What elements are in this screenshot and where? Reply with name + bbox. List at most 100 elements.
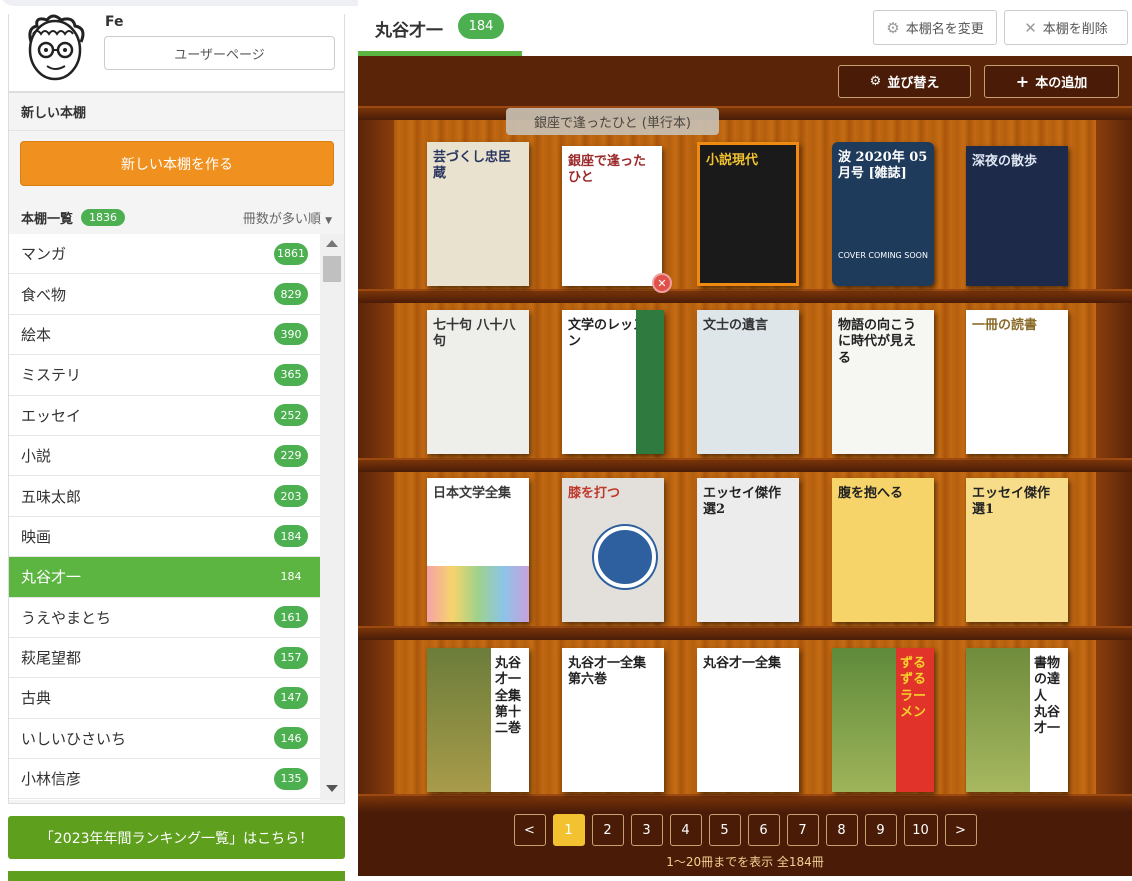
- page-button[interactable]: 9: [864, 814, 897, 846]
- ranking-link-button[interactable]: 「2023年年間ランキング一覧」はこちら！: [8, 816, 345, 859]
- book-cover[interactable]: 一冊の読書: [966, 310, 1068, 454]
- shelf-item[interactable]: マンガ 1861: [9, 234, 320, 275]
- page-title: 丸谷才一: [375, 21, 443, 41]
- book-cover[interactable]: 深夜の散歩: [966, 146, 1068, 286]
- shelf-item-count: 1861: [274, 242, 308, 265]
- book-title: 日本文学全集: [433, 486, 512, 501]
- book-count-badge: 184: [458, 13, 504, 39]
- shelf-toolbar: ⚙ 並び替え + 本の追加: [358, 56, 1132, 106]
- shelf-plank: [358, 458, 1132, 472]
- book-cover[interactable]: ずるずるラーメン: [832, 648, 934, 792]
- sort-books-button[interactable]: ⚙ 並び替え: [838, 65, 971, 98]
- shelf-item-count: 161: [274, 606, 308, 629]
- page-button[interactable]: 7: [786, 814, 819, 846]
- book-cover[interactable]: 文学のレッスン: [562, 310, 664, 454]
- shelf-item[interactable]: エッセイ 252: [9, 396, 320, 436]
- close-icon: ✕: [1024, 18, 1037, 37]
- book-title: 丸谷才一全集 第十二巻: [495, 656, 522, 736]
- scroll-up-icon[interactable]: [326, 240, 338, 247]
- book-title: 書物の達人 丸谷才一: [1034, 656, 1061, 736]
- book-cover[interactable]: エッセイ傑作選2: [697, 478, 799, 622]
- page-button[interactable]: 4: [669, 814, 702, 846]
- book-cover[interactable]: 丸谷才一全集 第六巻: [562, 648, 664, 792]
- book-cover[interactable]: 書物の達人 丸谷才一: [966, 648, 1068, 792]
- book-color-bands: [427, 566, 529, 622]
- book-title: 膝を打つ: [568, 486, 621, 501]
- scroll-thumb[interactable]: [323, 256, 341, 282]
- next-banner-edge[interactable]: [8, 871, 345, 881]
- shelf-item[interactable]: 萩尾望都 157: [9, 638, 320, 679]
- book-title: 銀座で逢ったひと: [568, 154, 647, 186]
- pagination: < 1 2 3 4 5 6 7 8 9 10 >: [358, 814, 1132, 846]
- add-book-button[interactable]: + 本の追加: [984, 65, 1119, 98]
- shelf-item-label: 小説: [21, 447, 52, 466]
- page-button[interactable]: 8: [825, 814, 858, 846]
- shelf-item-count: 229: [274, 444, 308, 467]
- book-tooltip: 銀座で逢ったひと (単行本): [506, 108, 719, 135]
- book-cover[interactable]: 波 2020年 05月号 [雑誌] COVER COMING SOON: [832, 142, 934, 286]
- book-cover[interactable]: 丸谷才一全集: [697, 648, 799, 792]
- sort-books-label: 並び替え: [887, 76, 940, 91]
- book-cover[interactable]: 銀座で逢ったひと: [562, 146, 662, 286]
- book-title: 芸づくし忠臣蔵: [433, 150, 512, 182]
- book-title: 物語の向こうに時代が見える: [838, 318, 917, 366]
- shelf-plank: [358, 106, 1132, 120]
- book-cover[interactable]: 丸谷才一全集 第十二巻: [427, 648, 529, 792]
- prev-page-button[interactable]: <: [513, 814, 546, 846]
- scroll-down-icon[interactable]: [326, 785, 338, 792]
- user-page-button[interactable]: ユーザーページ: [104, 36, 335, 70]
- rename-shelf-button[interactable]: ⚙ 本棚名を変更: [873, 10, 997, 45]
- shelf-item[interactable]: 小林信彦 135: [9, 759, 320, 800]
- shelf-item[interactable]: ミステリ 365: [9, 355, 320, 396]
- shelf-item[interactable]: 五味太郎 203: [9, 476, 320, 517]
- book-cover[interactable]: 小説現代: [697, 142, 799, 286]
- page-button[interactable]: 3: [630, 814, 663, 846]
- shelf-item-label: いしいひさいち: [21, 729, 127, 748]
- shelf-item[interactable]: 絵本 390: [9, 315, 320, 356]
- shelf-item[interactable]: うえやまとち 161: [9, 598, 320, 638]
- shelf-item-label: 絵本: [21, 325, 52, 344]
- left-column: Fe ユーザーページ 新しい本棚 新しい本棚を作る 本棚一覧 1836 冊数が多…: [8, 0, 345, 881]
- book-cover[interactable]: 膝を打つ: [562, 478, 664, 622]
- shelf-list-scrollbar[interactable]: [320, 234, 344, 800]
- shelf-item[interactable]: 古典 147: [9, 678, 320, 719]
- shelf-item-label: 萩尾望都: [21, 649, 82, 668]
- shelf-item-active[interactable]: 丸谷才一 184: [9, 557, 320, 598]
- book-title: 文士の遺言: [703, 318, 769, 333]
- book-cover[interactable]: 七十句 八十八句: [427, 310, 529, 454]
- shelf-item-count: 829: [274, 283, 308, 306]
- book-cover[interactable]: 文士の遺言: [697, 310, 799, 454]
- user-profile: Fe ユーザーページ: [8, 14, 345, 92]
- book-cover[interactable]: エッセイ傑作選1: [966, 478, 1068, 622]
- book-title: 一冊の読書: [972, 318, 1038, 333]
- shelf-plank: [358, 626, 1132, 640]
- shelf-item[interactable]: 映画 184: [9, 517, 320, 558]
- book-cover[interactable]: 物語の向こうに時代が見える: [832, 310, 934, 454]
- shelf-list-title: 本棚一覧: [21, 211, 74, 227]
- shelf-item[interactable]: いしいひさいち 146: [9, 719, 320, 760]
- new-shelf-button[interactable]: 新しい本棚を作る: [20, 141, 334, 186]
- shelf-item-count: 184: [274, 525, 308, 548]
- remove-book-icon[interactable]: ✕: [652, 273, 672, 293]
- shelf-item-count: 252: [274, 404, 308, 427]
- next-page-button[interactable]: >: [944, 814, 977, 846]
- book-cover[interactable]: 腹を抱へる: [832, 478, 934, 622]
- gear-icon: ⚙: [869, 74, 882, 89]
- shelf-item[interactable]: 小説 229: [9, 436, 320, 477]
- delete-shelf-button[interactable]: ✕ 本棚を削除: [1004, 10, 1128, 45]
- shelf-item-label: 丸谷才一: [21, 568, 82, 587]
- book-cover[interactable]: 日本文学全集: [427, 478, 529, 622]
- book-title: 七十句 八十八句: [433, 318, 516, 350]
- page-button[interactable]: 2: [591, 814, 624, 846]
- book-spine-stripe: [636, 310, 664, 454]
- page-button[interactable]: 5: [708, 814, 741, 846]
- sort-dropdown[interactable]: 冊数が多い順 ▼: [243, 208, 332, 227]
- shelf-item-count: 365: [274, 363, 308, 386]
- page-button[interactable]: 6: [747, 814, 780, 846]
- page-button-current[interactable]: 1: [552, 814, 585, 846]
- book-title: 深夜の散歩: [972, 154, 1038, 169]
- pagination-summary: 1〜20冊までを表示 全184冊: [666, 855, 824, 869]
- page-button[interactable]: 10: [903, 814, 938, 846]
- shelf-item[interactable]: 食べ物 829: [9, 274, 320, 315]
- book-cover[interactable]: 芸づくし忠臣蔵: [427, 142, 529, 286]
